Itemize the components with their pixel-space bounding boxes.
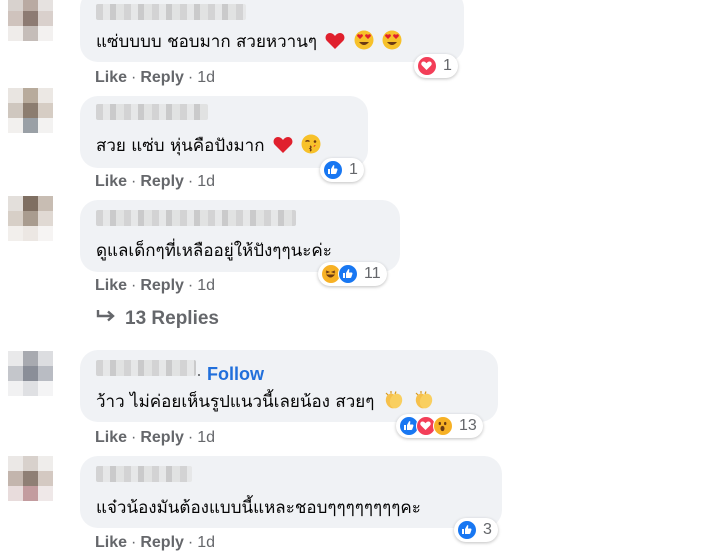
avatar[interactable] — [8, 0, 54, 42]
commenter-name-blurred[interactable] — [96, 466, 192, 482]
comment-text: แจ๋วน้องมันต้องแบบนี้แหละชอบๆๆๆๆๆๆๆๆคะ — [96, 494, 421, 521]
reply-link[interactable]: Reply — [140, 277, 184, 294]
comment-text-content: ว้าว ไม่ค่อยเห็นรูปแนวนี้เลยน้อง สวยๆ — [96, 392, 375, 412]
comment-text-content: แซ่บบบบ ชอบมาก สวยหวานๆ — [96, 32, 317, 52]
follow-button[interactable]: · Follow — [196, 364, 264, 385]
reaction-summary[interactable]: 11 — [318, 262, 387, 286]
kissing-face-emoji-icon — [301, 134, 321, 159]
avatar[interactable] — [8, 88, 54, 134]
like-icon — [338, 264, 358, 284]
avatar[interactable] — [8, 456, 54, 502]
timestamp[interactable]: 1d — [197, 69, 215, 86]
like-link[interactable]: Like — [95, 277, 127, 294]
comment-actions: Like · Reply · 1d — [95, 173, 216, 190]
reaction-count: 1 — [443, 57, 452, 74]
comment-bubble: สวย แซ่บ หุ่นคือปังมาก — [80, 96, 368, 168]
wow-icon — [433, 416, 453, 436]
follow-label: Follow — [207, 364, 264, 384]
heart-eyes-emoji-icon — [382, 30, 402, 55]
reaction-summary[interactable]: 1 — [414, 54, 458, 78]
timestamp[interactable]: 1d — [197, 277, 215, 294]
reply-arrow-icon — [95, 308, 117, 330]
like-link[interactable]: Like — [95, 173, 127, 190]
timestamp[interactable]: 1d — [197, 534, 215, 551]
reaction-count: 13 — [459, 417, 477, 434]
reply-link[interactable]: Reply — [140, 69, 184, 86]
view-replies-link[interactable]: 13 Replies — [95, 308, 219, 330]
comment-text-content: ดูแลเด็กๆที่เหลืออยู่ให้ปังๆๆนะค่ะ — [96, 241, 332, 261]
timestamp[interactable]: 1d — [197, 429, 215, 446]
reaction-count: 1 — [349, 161, 358, 178]
comment-text: สวย แซ่บ หุ่นคือปังมาก — [96, 132, 321, 159]
like-icon — [323, 160, 343, 180]
like-link[interactable]: Like — [95, 429, 127, 446]
like-link[interactable]: Like — [95, 69, 127, 86]
comment-text: ว้าว ไม่ค่อยเห็นรูปแนวนี้เลยน้อง สวยๆ — [96, 388, 435, 415]
commenter-name-blurred[interactable] — [96, 360, 196, 376]
reply-link[interactable]: Reply — [140, 429, 184, 446]
comment-bubble: · Follow ว้าว ไม่ค่อยเห็นรูปแนวนี้เลยน้อง… — [80, 350, 498, 422]
avatar[interactable] — [8, 196, 54, 242]
red-heart-emoji-icon — [325, 32, 345, 55]
commenter-name-blurred[interactable] — [96, 210, 296, 226]
clapping-hands-emoji-icon — [413, 390, 435, 415]
commenter-name-blurred[interactable] — [96, 4, 246, 20]
comment-bubble: แจ๋วน้องมันต้องแบบนี้แหละชอบๆๆๆๆๆๆๆๆคะ — [80, 456, 502, 528]
comment-text-content: สวย แซ่บ หุ่นคือปังมาก — [96, 136, 265, 156]
reaction-summary[interactable]: 1 — [320, 158, 364, 182]
red-heart-emoji-icon — [273, 136, 293, 159]
heart-eyes-emoji-icon — [354, 30, 374, 55]
comment-text-content: แจ๋วน้องมันต้องแบบนี้แหละชอบๆๆๆๆๆๆๆๆคะ — [96, 498, 421, 518]
reaction-count: 11 — [364, 265, 381, 282]
like-icon — [457, 520, 477, 540]
love-icon — [417, 56, 437, 76]
like-link[interactable]: Like — [95, 534, 127, 551]
clapping-hands-emoji-icon — [383, 390, 405, 415]
reaction-count: 3 — [483, 521, 492, 538]
timestamp[interactable]: 1d — [197, 173, 215, 190]
commenter-name-blurred[interactable] — [96, 104, 208, 120]
reply-link[interactable]: Reply — [140, 173, 184, 190]
comment-actions: Like · Reply · 1d — [95, 429, 216, 446]
comment-text: แซ่บบบบ ชอบมาก สวยหวานๆ — [96, 28, 402, 55]
reaction-summary[interactable]: 3 — [454, 518, 498, 542]
comment-actions: Like · Reply · 1d — [95, 277, 216, 294]
reaction-summary[interactable]: 13 — [396, 414, 483, 438]
avatar[interactable] — [8, 351, 54, 397]
comment-bubble: แซ่บบบบ ชอบมาก สวยหวานๆ — [80, 0, 464, 62]
comment-text: ดูแลเด็กๆที่เหลืออยู่ให้ปังๆๆนะค่ะ — [96, 237, 332, 264]
replies-label: 13 Replies — [125, 308, 219, 329]
comment-actions: Like · Reply · 1d — [95, 534, 216, 551]
reply-link[interactable]: Reply — [140, 534, 184, 551]
comment-actions: Like · Reply · 1d — [95, 69, 216, 86]
